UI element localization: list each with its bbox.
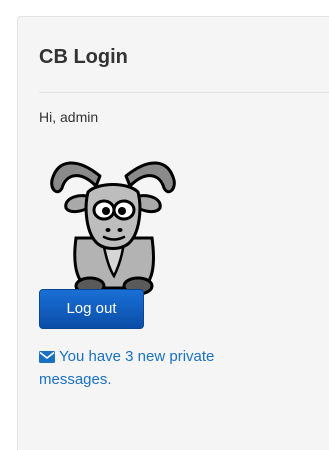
- logout-button[interactable]: Log out: [39, 289, 144, 329]
- cb-login-module: CB Login Hi, admin Log out You have 3 ne…: [17, 16, 329, 450]
- envelope-icon: [39, 351, 55, 363]
- module-title: CB Login: [39, 46, 128, 68]
- title-divider: [39, 92, 329, 93]
- greeting-text: Hi, admin: [39, 109, 99, 125]
- goat-avatar-image: [50, 161, 176, 296]
- messages-text: You have 3 new private messages.: [39, 348, 215, 388]
- private-messages-link[interactable]: You have 3 new private messages.: [39, 345, 289, 391]
